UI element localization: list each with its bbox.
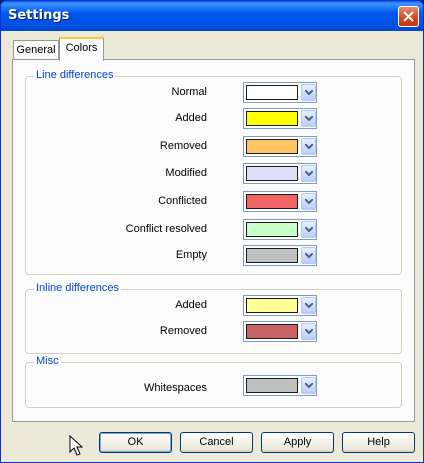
whitespaces-label: Whitespaces [144,382,207,394]
chevron-down-icon [305,227,313,232]
whitespaces-color-swatch [246,378,298,393]
conflicted-color-swatch [246,194,298,209]
whitespaces-color-picker[interactable] [243,375,317,396]
tab-colors-label: Colors [65,42,98,54]
conflicted-dropdown-button[interactable] [301,193,316,210]
chevron-down-icon [305,144,313,149]
inline-added-color-picker[interactable] [243,295,317,316]
normal-color-picker[interactable] [243,82,317,103]
tab-general[interactable]: General [13,40,59,60]
conflicted-color-picker[interactable] [243,191,317,212]
inline-added-dropdown-button[interactable] [301,297,316,314]
line-differences-label: Line differences [34,69,116,81]
added-color-picker[interactable] [243,108,317,129]
help-button[interactable]: Help [342,432,415,453]
chevron-down-icon [305,383,313,388]
close-button[interactable] [398,6,419,27]
conflict-resolved-label: Conflict resolved [125,223,207,235]
conflicted-label: Conflicted [158,195,207,207]
inline-differences-label: Inline differences [34,282,121,294]
removed-color-swatch [246,139,298,154]
normal-color-swatch [246,85,298,100]
chevron-down-icon [305,171,313,176]
misc-label: Misc [34,355,61,367]
chevron-down-icon [305,253,313,258]
settings-window: Settings General Colors Line differences… [0,0,424,463]
modified-label: Modified [165,167,207,179]
chevron-down-icon [305,199,313,204]
cancel-button[interactable]: Cancel [180,432,253,453]
whitespaces-dropdown-button[interactable] [301,377,316,394]
conflict-resolved-dropdown-button[interactable] [301,221,316,238]
inline-removed-color-swatch [246,324,298,339]
inline-removed-label: Removed [159,325,207,337]
ok-button[interactable]: OK [99,432,172,453]
apply-button[interactable]: Apply [261,432,334,453]
conflict-resolved-color-picker[interactable] [243,219,317,240]
close-icon [403,11,414,22]
normal-dropdown-button[interactable] [301,84,316,101]
title-bar[interactable]: Settings [1,1,423,31]
tab-general-label: General [16,44,56,56]
empty-color-picker[interactable] [243,245,317,266]
chevron-down-icon [305,90,313,95]
added-label: Added [175,112,207,124]
empty-dropdown-button[interactable] [301,247,316,264]
added-color-swatch [246,111,298,126]
inline-removed-dropdown-button[interactable] [301,323,316,340]
removed-color-picker[interactable] [243,136,317,157]
empty-label: Empty [175,249,207,261]
window-title: Settings [8,8,70,23]
chevron-down-icon [305,116,313,121]
empty-color-swatch [246,248,298,263]
removed-dropdown-button[interactable] [301,138,316,155]
chevron-down-icon [305,303,313,308]
conflict-resolved-color-swatch [246,222,298,237]
inline-added-color-swatch [246,298,298,313]
tab-colors[interactable]: Colors [59,37,104,61]
normal-label: Normal [171,86,207,98]
modified-color-swatch [246,166,298,181]
inline-removed-color-picker[interactable] [243,321,317,342]
removed-label: Removed [159,140,207,152]
added-dropdown-button[interactable] [301,110,316,127]
modified-dropdown-button[interactable] [301,165,316,182]
chevron-down-icon [305,329,313,334]
mouse-cursor-icon [69,435,83,456]
modified-color-picker[interactable] [243,163,317,184]
inline-added-label: Added [175,299,207,311]
